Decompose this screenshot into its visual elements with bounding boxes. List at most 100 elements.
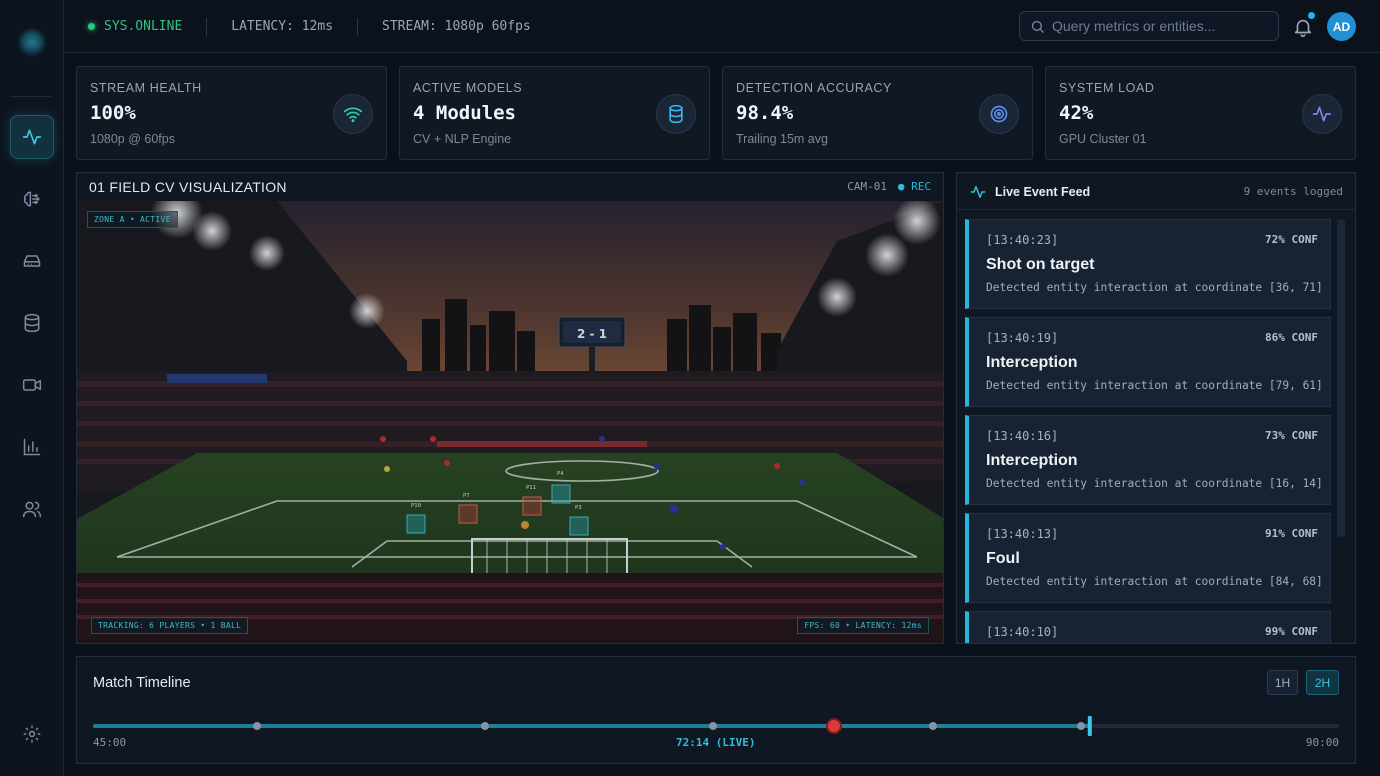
- event-item[interactable]: [13:40:23] 72% CONF Shot on target Detec…: [965, 219, 1331, 309]
- event-description: Detected entity interaction at coordinat…: [986, 477, 1323, 490]
- hard-drive-icon: [23, 255, 41, 267]
- timeline-marker: [253, 722, 261, 730]
- activity-icon: [970, 185, 986, 199]
- nav-storage[interactable]: [10, 239, 54, 283]
- notification-badge: [1308, 12, 1315, 19]
- event-item[interactable]: [13:40:13] 91% CONF Foul Detected entity…: [965, 513, 1331, 603]
- event-time: [13:40:13]: [986, 527, 1059, 541]
- match-timeline-panel: Match Timeline 1H 2H 45:00 72:14 (LIVE) …: [76, 656, 1356, 764]
- event-item[interactable]: [13:40:16] 73% CONF Interception Detecte…: [965, 415, 1331, 505]
- brain-icon: [23, 191, 40, 207]
- nav-users[interactable]: [10, 487, 54, 531]
- status-separator: [357, 17, 359, 36]
- timeline-marker: [709, 722, 717, 730]
- event-description: Detected entity interaction at coordinat…: [986, 379, 1323, 392]
- timeline-current-label: 72:14 (LIVE): [676, 736, 756, 749]
- event-time: [13:40:23]: [986, 233, 1059, 247]
- event-title: Interception: [986, 354, 1078, 371]
- search-input[interactable]: [1052, 18, 1262, 34]
- card-subtext: CV + NLP Engine: [413, 132, 512, 146]
- card-icon-badge: [1302, 94, 1342, 134]
- zone-tag: ZONE A • ACTIVE: [87, 211, 178, 228]
- search-box[interactable]: [1019, 11, 1279, 41]
- video-title: 01 FIELD CV VISUALIZATION: [89, 179, 287, 195]
- nav-analytics[interactable]: [10, 425, 54, 469]
- stat-card-system-load: SYSTEM LOAD 42% GPU Cluster 01: [1045, 66, 1356, 160]
- event-confidence: 91% CONF: [1265, 527, 1318, 540]
- wifi-icon: [343, 107, 363, 123]
- timeline-marker: [929, 722, 937, 730]
- event-item[interactable]: [13:40:19] 86% CONF Interception Detecte…: [965, 317, 1331, 407]
- card-label: ACTIVE MODELS: [413, 81, 523, 95]
- timeline-progress-fill: [93, 724, 1090, 728]
- stat-card-active-models: ACTIVE MODELS 4 Modules CV + NLP Engine: [399, 66, 710, 160]
- activity-icon: [22, 129, 42, 145]
- feed-scrollbar[interactable]: [1337, 219, 1345, 537]
- stadium-video-feed[interactable]: 2 - 1 P10 P7 P11 P4 P3: [77, 201, 944, 644]
- event-time: [13:40:16]: [986, 429, 1059, 443]
- card-label: DETECTION ACCURACY: [736, 81, 892, 95]
- event-time: [13:40:10]: [986, 625, 1059, 639]
- nav-settings[interactable]: [10, 712, 54, 756]
- events-count: 9 events logged: [1243, 185, 1343, 198]
- event-title: Foul: [986, 550, 1020, 567]
- nav-video[interactable]: [10, 363, 54, 407]
- database-icon: [669, 104, 683, 124]
- card-label: SYSTEM LOAD: [1059, 81, 1155, 95]
- card-value: 98.4%: [736, 102, 794, 124]
- database-icon: [24, 313, 40, 333]
- event-confidence: 99% CONF: [1265, 625, 1318, 638]
- search-icon: [1031, 20, 1044, 33]
- timeline-playhead: [1087, 716, 1092, 736]
- card-label: STREAM HEALTH: [90, 81, 202, 95]
- bell-icon[interactable]: [1292, 16, 1314, 38]
- sidebar: [0, 0, 64, 776]
- fps-tag: FPS: 60 • LATENCY: 12ms: [797, 617, 929, 634]
- video-dark-overlay: [77, 201, 943, 643]
- users-icon: [22, 501, 42, 518]
- field-visualization-panel: 01 FIELD CV VISUALIZATION CAM-01 ● REC 2…: [76, 172, 944, 644]
- timeline-start-label: 45:00: [93, 736, 127, 749]
- stat-card-stream-health: STREAM HEALTH 100% 1080p @ 60fps: [76, 66, 387, 160]
- card-icon-badge: [656, 94, 696, 134]
- nav-activity[interactable]: [10, 115, 54, 159]
- event-time: [13:40:19]: [986, 331, 1059, 345]
- event-item[interactable]: [13:40:10] 99% CONF: [965, 611, 1331, 643]
- video-header: 01 FIELD CV VISUALIZATION CAM-01 ● REC: [77, 173, 943, 201]
- event-description: Detected entity interaction at coordinat…: [986, 281, 1323, 294]
- event-confidence: 86% CONF: [1265, 331, 1318, 344]
- camera-label: CAM-01: [847, 180, 887, 193]
- rec-indicator: ● REC: [897, 180, 931, 193]
- system-status-group: SYS.ONLINE LATENCY: 12ms STREAM: 1080p 6…: [88, 0, 531, 53]
- card-subtext: GPU Cluster 01: [1059, 132, 1147, 146]
- logo: [18, 28, 46, 56]
- event-confidence: 72% CONF: [1265, 233, 1318, 246]
- second-half-button[interactable]: 2H: [1306, 670, 1339, 695]
- feed-header: Live Event Feed 9 events logged: [957, 173, 1355, 210]
- tracking-tag: TRACKING: 6 PLAYERS • 1 BALL: [91, 617, 249, 634]
- goal-event-marker: [826, 718, 842, 734]
- avatar[interactable]: AD: [1327, 12, 1356, 41]
- card-value: 4 Modules: [413, 102, 516, 124]
- video-camera-icon: [22, 379, 42, 391]
- nav-brain[interactable]: [10, 177, 54, 221]
- target-icon: [990, 105, 1008, 123]
- nav-database[interactable]: [10, 301, 54, 345]
- card-icon-badge: [333, 94, 373, 134]
- timeline-marker: [1077, 722, 1085, 730]
- status-separator: [206, 17, 208, 36]
- card-subtext: Trailing 15m avg: [736, 132, 828, 146]
- timeline-end-label: 90:00: [1305, 736, 1339, 749]
- timeline-title: Match Timeline: [93, 675, 191, 691]
- event-title: Shot on target: [986, 256, 1095, 273]
- bar-chart-icon: [23, 438, 41, 456]
- first-half-button[interactable]: 1H: [1267, 670, 1298, 695]
- stream-readout: STREAM: 1080p 60fps: [382, 19, 531, 34]
- timeline-scrubber[interactable]: [77, 709, 1357, 739]
- latency-readout: LATENCY: 12ms: [231, 19, 334, 34]
- event-title: Interception: [986, 452, 1078, 469]
- event-confidence: 73% CONF: [1265, 429, 1318, 442]
- system-status: SYS.ONLINE: [104, 19, 183, 34]
- stat-card-detection-accuracy: DETECTION ACCURACY 98.4% Trailing 15m av…: [722, 66, 1033, 160]
- timeline-marker: [481, 722, 489, 730]
